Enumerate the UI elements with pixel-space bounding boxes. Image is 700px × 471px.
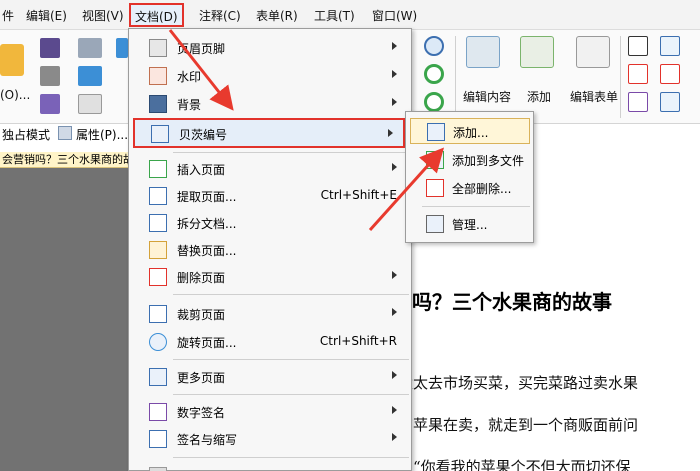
submenu-arrow-icon: [392, 42, 397, 50]
submenu-item-add-multiple[interactable]: 添加到多文件: [406, 147, 533, 173]
document-line: 太太去市场买菜，买完菜路过卖水果: [398, 374, 639, 392]
submenu-arrow-icon: [392, 433, 397, 441]
properties-icon[interactable]: [58, 126, 72, 140]
bates-number-submenu: 添加... 添加到多文件 全部删除... 管理...: [405, 111, 534, 243]
submenu-item-delete-all[interactable]: 全部删除...: [406, 175, 533, 201]
menu-item-watermark[interactable]: 水印: [129, 63, 411, 89]
menu-form[interactable]: 表单(R): [256, 6, 298, 26]
text-box-icon[interactable]: [628, 64, 648, 84]
menu-item-digital-signature[interactable]: 数字签名: [129, 399, 411, 425]
menu-item-sign-initials[interactable]: 签名与缩写: [129, 426, 411, 452]
menu-item-header-footer[interactable]: 页眉页脚: [129, 35, 411, 61]
menu-bar: 件 编辑(E) 视图(V) 文档(D) 注释(C) 表单(R) 工具(T) 窗口…: [0, 0, 700, 30]
solo-mode-label[interactable]: 独占模式: [2, 126, 50, 143]
submenu-arrow-icon: [392, 271, 397, 279]
menu-item-insert-page[interactable]: 插入页面: [129, 156, 411, 182]
digital-signature-icon: [149, 403, 167, 421]
manage-icon: [426, 215, 444, 233]
add-label[interactable]: 添加: [527, 88, 551, 105]
document-line: 有苹果在卖，就走到一个商贩面前问: [398, 416, 639, 434]
typewriter-icon[interactable]: [660, 64, 680, 84]
menu-file[interactable]: 件: [2, 6, 14, 26]
menu-item-background[interactable]: 背景: [129, 91, 411, 117]
menu-item-rotate-page[interactable]: 旋转页面... Ctrl+Shift+R: [129, 329, 411, 355]
highlight-icon[interactable]: [660, 92, 680, 112]
bates-number-icon: [151, 125, 169, 143]
rotate-icon[interactable]: [424, 64, 444, 84]
background-icon: [149, 95, 167, 113]
menu-item-delete-page[interactable]: 删除页面: [129, 264, 411, 290]
import-icon[interactable]: [40, 94, 60, 114]
tool-row: 独占模式 属性(P)...: [0, 124, 130, 144]
rotate-page-icon: [149, 333, 167, 351]
menu-window[interactable]: 窗口(W): [372, 6, 417, 26]
delete-page-icon: [149, 268, 167, 286]
properties-label[interactable]: 属性(P)...: [76, 126, 128, 143]
menu-item-replace-page[interactable]: 替换页面...: [129, 237, 411, 263]
menu-edit[interactable]: 编辑(E): [26, 6, 67, 26]
menu-item-crop-page[interactable]: 裁剪页面: [129, 301, 411, 327]
submenu-arrow-icon: [392, 163, 397, 171]
add-multiple-icon: [426, 151, 444, 169]
menu-item-icon: [149, 467, 167, 471]
edit-form-label[interactable]: 编辑表单: [570, 88, 618, 105]
menu-item-extract-page[interactable]: 提取页面... Ctrl+Shift+E: [129, 183, 411, 209]
crop-page-icon: [149, 305, 167, 323]
submenu-item-add[interactable]: 添加...: [410, 118, 530, 144]
watermark-icon: [149, 67, 167, 85]
add-icon[interactable]: [520, 36, 554, 68]
menu-item-bates-number[interactable]: 贝茨编号: [133, 118, 405, 148]
more-pages-icon: [149, 368, 167, 386]
document-line: ：“你看我的苹果个不但大而切还保: [398, 458, 631, 471]
submenu-arrow-icon: [392, 406, 397, 414]
scan-icon[interactable]: [78, 66, 102, 86]
shortcut-text: Ctrl+Shift+R: [319, 334, 397, 348]
form-field-icon[interactable]: [660, 36, 680, 56]
menu-item-more-pages[interactable]: 更多页面: [129, 364, 411, 390]
edit-form-icon[interactable]: [576, 36, 610, 68]
submenu-arrow-icon: [388, 129, 393, 137]
menu-item-split-document[interactable]: 拆分文档...: [129, 210, 411, 236]
menu-comment[interactable]: 注释(C): [199, 6, 241, 26]
edit-content-label[interactable]: 编辑内容: [463, 88, 511, 105]
open-label: (O)...: [0, 88, 31, 102]
new-doc-icon[interactable]: [78, 94, 102, 114]
text-field-icon[interactable]: [628, 36, 648, 56]
workspace-background: [0, 168, 128, 471]
submenu-arrow-icon: [392, 98, 397, 106]
submenu-arrow-icon: [392, 70, 397, 78]
rotate-right-icon[interactable]: [424, 92, 444, 112]
menu-view[interactable]: 视图(V): [82, 6, 124, 26]
select-icon[interactable]: [628, 92, 648, 112]
split-document-icon: [149, 214, 167, 232]
delete-all-icon: [426, 179, 444, 197]
extract-page-icon: [149, 187, 167, 205]
submenu-arrow-icon: [392, 308, 397, 316]
menu-document[interactable]: 文档(D): [129, 3, 184, 27]
menu-tools[interactable]: 工具(T): [314, 6, 355, 26]
insert-page-icon: [149, 160, 167, 178]
document-menu: 页眉页脚 水印 背景 贝茨编号 插入页面 提取页面... Ctrl+Shift+…: [128, 28, 412, 471]
print-icon[interactable]: [40, 66, 60, 86]
open-folder-icon[interactable]: [0, 44, 24, 76]
submenu-item-manage[interactable]: 管理...: [406, 211, 533, 237]
email-icon[interactable]: [78, 38, 102, 58]
edit-content-icon[interactable]: [466, 36, 500, 68]
header-footer-icon: [149, 39, 167, 57]
zoom-icon[interactable]: [424, 36, 444, 56]
undo-icon[interactable]: [116, 38, 128, 58]
shortcut-text: Ctrl+Shift+E: [320, 188, 397, 202]
menu-item-partial[interactable]: [129, 463, 411, 471]
save-icon[interactable]: [40, 38, 60, 58]
sign-initials-icon: [149, 430, 167, 448]
replace-page-icon: [149, 241, 167, 259]
submenu-arrow-icon: [392, 371, 397, 379]
document-tab[interactable]: 会营销吗？三个水果商的故: [0, 152, 130, 168]
add-bates-icon: [427, 123, 445, 141]
